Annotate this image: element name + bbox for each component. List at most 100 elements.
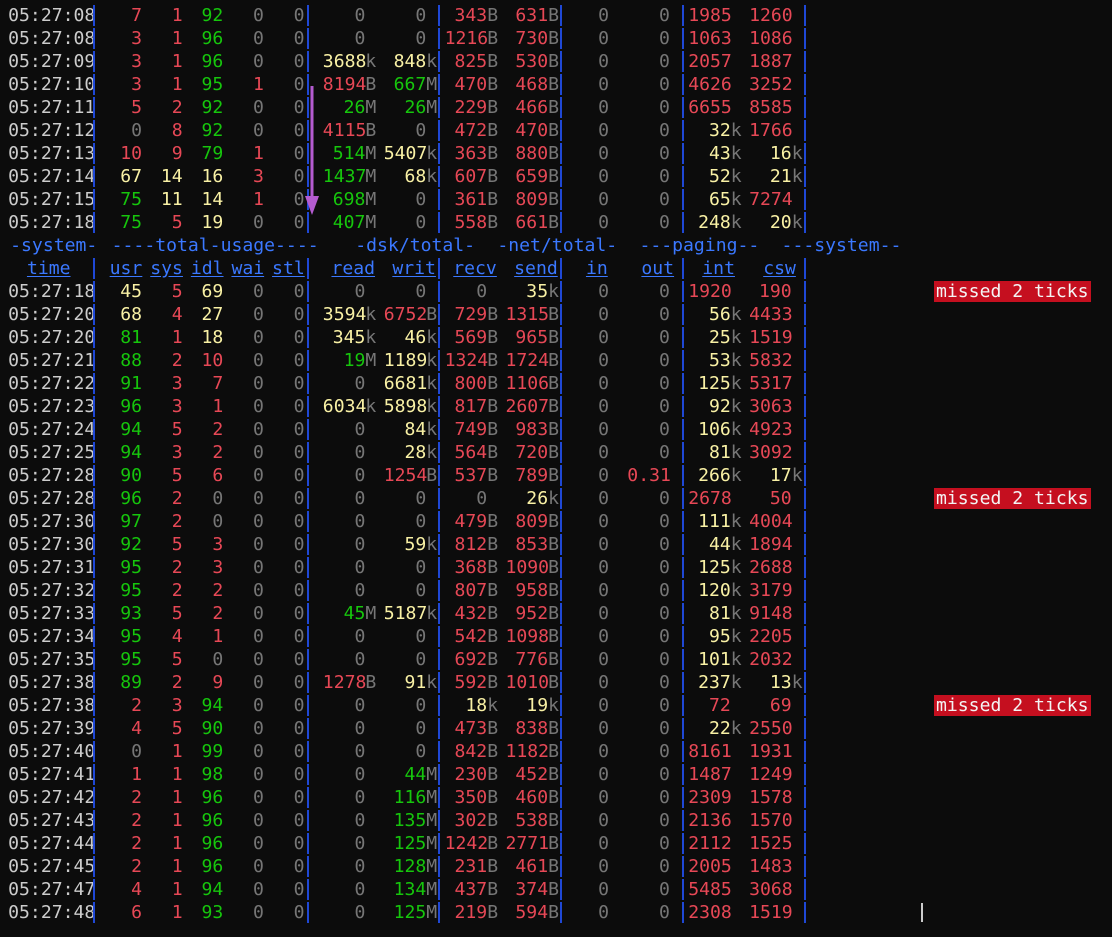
cell-writ: 5187: [383, 603, 428, 624]
column-separator: [803, 327, 806, 348]
column-separator: [93, 120, 96, 141]
column-separator: [682, 143, 685, 164]
cell-out: 0: [658, 833, 670, 854]
cell-usr: 6: [131, 902, 143, 923]
column-separator: [93, 603, 96, 624]
unit-suffix: B: [487, 212, 499, 233]
cell-time: 05:27:45: [8, 856, 96, 877]
cell-time: 05:27:28: [8, 465, 96, 486]
group-header: -net/total-: [497, 235, 618, 256]
column-separator: [682, 626, 685, 647]
unit-suffix: B: [487, 603, 499, 624]
column-separator: [803, 465, 806, 486]
column-separator: [306, 5, 309, 26]
column-separator: [93, 856, 96, 877]
cell-stl: 0: [293, 672, 305, 693]
cell-csw: 3252: [749, 74, 793, 95]
unit-suffix: B: [548, 396, 559, 417]
cell-recv: 807: [454, 580, 488, 601]
cell-wai: 1: [252, 189, 264, 210]
cell-writ: 0: [415, 281, 427, 302]
column-separator: [438, 557, 441, 578]
unit-suffix: B: [548, 327, 559, 348]
cell-usr: 2: [131, 787, 143, 808]
cell-int: 5485: [688, 879, 732, 900]
cell-usr: 4: [131, 718, 143, 739]
column-separator: [438, 511, 441, 532]
cell-idl: 1: [212, 626, 224, 647]
cell-usr: 75: [120, 189, 143, 210]
cell-out: 0: [658, 419, 670, 440]
column-separator: [438, 833, 441, 854]
cell-time: 05:27:34: [8, 626, 96, 647]
cell-csw: 3092: [749, 442, 793, 463]
cell-stl: 0: [293, 28, 305, 49]
column-separator: [93, 626, 96, 647]
cell-recv: 592: [454, 672, 488, 693]
cell-recv: 432: [454, 603, 488, 624]
cell-time: 05:27:44: [8, 833, 96, 854]
unit-suffix: B: [548, 166, 559, 187]
unit-suffix: M: [426, 764, 438, 785]
cell-time: 05:27:20: [8, 304, 96, 325]
column-separator: [803, 51, 806, 72]
unit-suffix: B: [548, 534, 559, 555]
cell-read: 0: [354, 879, 366, 900]
cell-idl: 18: [201, 327, 224, 348]
cell-send: 470: [515, 120, 549, 141]
unit-suffix: B: [487, 350, 499, 371]
cell-recv: 729: [454, 304, 488, 325]
cell-wai: 0: [252, 442, 264, 463]
cell-out: 0: [658, 97, 670, 118]
column-separator: [93, 718, 96, 739]
cell-usr: 68: [120, 304, 143, 325]
unit-suffix: B: [548, 28, 559, 49]
cell-idl: 14: [201, 189, 224, 210]
unit-suffix: B: [487, 28, 499, 49]
cell-usr: 94: [120, 442, 143, 463]
cell-wai: 0: [252, 5, 264, 26]
column-separator: [438, 741, 441, 762]
column-separator: [803, 764, 806, 785]
column-separator: [560, 465, 563, 486]
cell-usr: 1: [131, 764, 143, 785]
column-separator: [803, 511, 806, 532]
cell-recv: 472: [454, 120, 488, 141]
cell-time: 05:27:23: [8, 396, 96, 417]
column-separator: [682, 649, 685, 670]
column-separator: [93, 902, 96, 923]
cell-send: 468: [515, 74, 549, 95]
unit-suffix: k: [730, 580, 742, 601]
unit-suffix: k: [730, 327, 742, 348]
cell-writ: 0: [415, 580, 427, 601]
cell-read: 0: [354, 626, 366, 647]
cell-time: 05:27:08: [8, 28, 96, 49]
cell-sys: 1: [171, 51, 183, 72]
column-header-idl: idl: [190, 258, 224, 279]
cell-csw: 1887: [749, 51, 793, 72]
column-separator: [93, 557, 96, 578]
column-header-usr: usr: [109, 258, 143, 279]
cell-idl: 79: [201, 143, 224, 164]
cell-int: 72: [708, 695, 731, 716]
unit-suffix: k: [730, 350, 742, 371]
cell-send: 460: [515, 787, 549, 808]
column-separator: [682, 166, 685, 187]
cell-send: 809: [515, 511, 549, 532]
column-separator: [560, 28, 563, 49]
cell-int: 25: [708, 327, 731, 348]
column-separator: [560, 258, 563, 279]
unit-suffix: B: [365, 120, 377, 141]
unit-suffix: B: [487, 189, 499, 210]
column-separator: [93, 281, 96, 302]
column-separator: [803, 649, 806, 670]
column-separator: [306, 120, 309, 141]
column-separator: [682, 695, 685, 716]
cell-int: 2005: [688, 856, 732, 877]
column-separator: [560, 672, 563, 693]
cell-idl: 1: [212, 396, 224, 417]
cell-time: 05:27:09: [8, 51, 96, 72]
cell-out: 0: [658, 557, 670, 578]
column-separator: [306, 672, 309, 693]
cell-idl: 2: [212, 603, 224, 624]
